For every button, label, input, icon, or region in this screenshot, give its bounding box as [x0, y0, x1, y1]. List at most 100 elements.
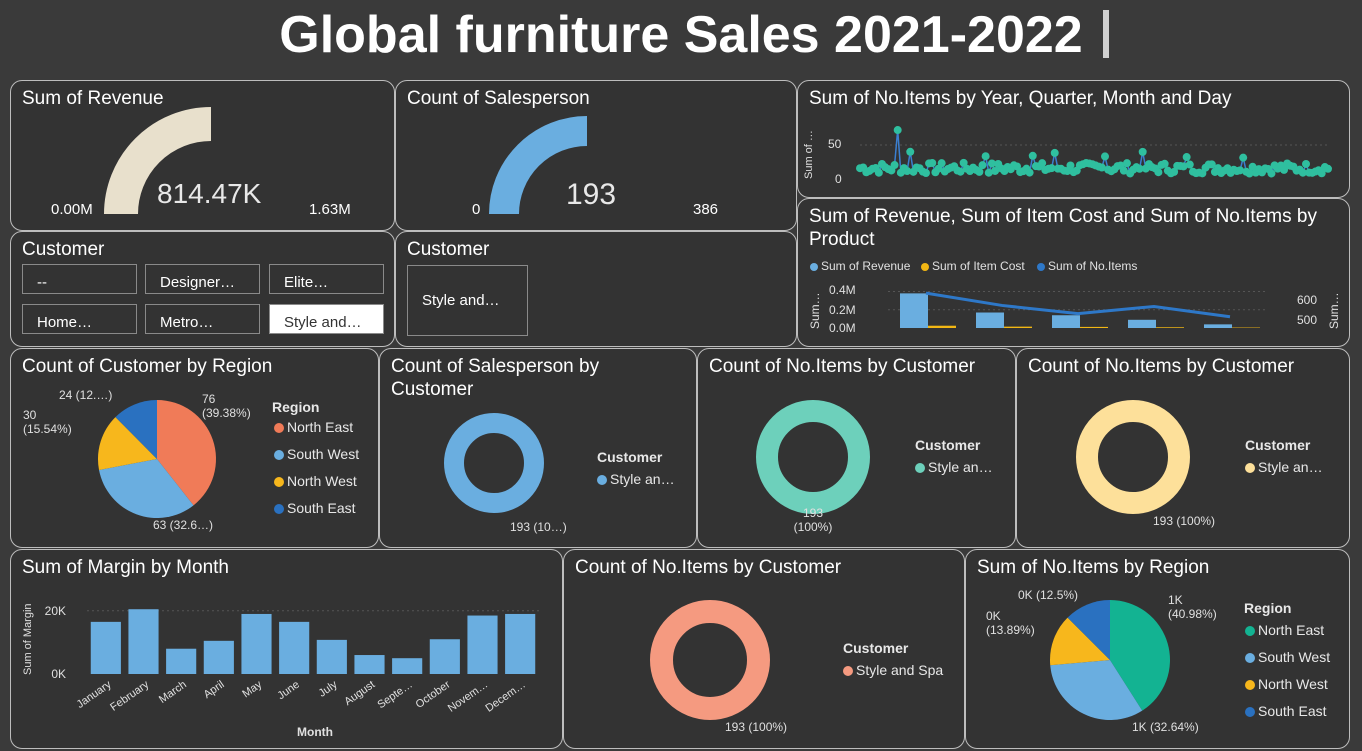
data-point: [1028, 151, 1037, 160]
data-point: [874, 168, 883, 177]
data-label: 193 (100%): [725, 720, 787, 734]
items-customer-donut-card-2[interactable]: Count of No.Items by Customer 193 (100%)…: [1016, 348, 1350, 548]
bar: [354, 655, 385, 674]
legend-item[interactable]: Style an…: [915, 459, 993, 475]
data-point: [1038, 159, 1047, 168]
option-label: Metro…: [160, 314, 214, 331]
donut-ring: [756, 400, 870, 514]
legend-item[interactable]: South East: [1245, 703, 1327, 719]
bar: [279, 621, 310, 674]
margin-month-card[interactable]: Sum of Margin by Month 20K 0K January Febru…: [10, 549, 563, 749]
x-tick: February: [108, 678, 151, 713]
slicer-option-elite[interactable]: Elite…: [269, 264, 384, 294]
items-customer-donut-card[interactable]: Count of No.Items by Customer 193 (100%) …: [697, 348, 1016, 548]
salesperson-gauge-card[interactable]: Count of Salesperson 193 0 386: [395, 80, 797, 231]
x-tick: April: [202, 679, 227, 701]
bar: [203, 640, 234, 674]
option-label: Style and…: [422, 292, 500, 309]
bar: [241, 613, 272, 674]
legend-item[interactable]: North West: [274, 473, 357, 489]
data-point: [1267, 169, 1276, 178]
cost-bar: [1004, 326, 1032, 328]
bar: [429, 639, 460, 674]
x-tick: May: [240, 678, 264, 700]
revenue-bar: [900, 293, 928, 328]
data-point: [1154, 168, 1163, 177]
gauge-min: 0.00M: [51, 201, 93, 218]
y-axis-label: Sum…: [808, 292, 822, 329]
y-tick: 50: [828, 137, 842, 151]
x-tick: July: [317, 678, 340, 699]
data-point: [1324, 164, 1332, 173]
data-label: (100%): [794, 520, 833, 534]
option-label: Designer…: [160, 274, 236, 291]
data-label: (13.89%): [986, 623, 1035, 637]
customer-slicer-2[interactable]: Customer Style and…: [395, 231, 797, 347]
legend-item[interactable]: South West: [1245, 649, 1330, 665]
y-axis-label: Sum of …: [803, 130, 815, 179]
legend-title: Customer: [915, 437, 981, 453]
legend-item[interactable]: South East: [274, 500, 356, 516]
legend-item[interactable]: Style an…: [1245, 459, 1323, 475]
gauge-value: 193: [566, 178, 617, 211]
data-point: [1100, 152, 1109, 161]
revenue-bar: [1128, 319, 1156, 328]
salesperson-customer-donut-card[interactable]: Count of Salesperson by Customer 193 (10…: [379, 348, 697, 548]
x-axis-label: Month: [297, 725, 333, 739]
gauge-max: 386: [693, 201, 719, 218]
items-region-pie-card[interactable]: Sum of No.Items by Region 1K (40.98%) 1K (…: [965, 549, 1350, 749]
y2-axis-label: Sum…: [1327, 292, 1341, 329]
slicer-title: Customer: [407, 239, 490, 260]
legend-title: Region: [1244, 600, 1292, 616]
y2-tick: 600: [1297, 293, 1318, 307]
data-label: 193 (100%): [1153, 514, 1215, 528]
slicer-title: Customer: [22, 239, 105, 260]
revenue-gauge-card[interactable]: Sum of Revenue 814.47K 0.00M 1.63M: [10, 80, 395, 231]
items-timeline-card[interactable]: Sum of No.Items by Year, Quarter, Month …: [797, 80, 1350, 198]
slicer-option-metro[interactable]: Metro…: [145, 304, 260, 334]
customer-region-pie-card[interactable]: Count of Customer by Region 76 (39.38%) 63…: [10, 348, 379, 548]
legend-item[interactable]: Style an…: [597, 471, 675, 487]
x-tick: June: [275, 679, 301, 703]
y-tick: 20K: [45, 604, 66, 618]
data-label: 0K: [986, 609, 1001, 623]
gauge-min: 0: [472, 201, 481, 218]
data-point: [906, 147, 915, 156]
legend-title: Region: [272, 399, 320, 415]
revenue-bar: [976, 312, 1004, 328]
product-combo-chart: [888, 291, 1268, 328]
y-tick: 0.0M: [829, 321, 856, 335]
data-point: [928, 159, 937, 168]
x-tick: Decem…: [483, 679, 527, 715]
donut-ring: [1076, 400, 1190, 514]
bar: [467, 615, 498, 674]
customer-slicer[interactable]: Customer -- Designer… Elite… Home… Metro…: [10, 231, 395, 347]
data-label: 24 (12.…): [59, 388, 112, 402]
x-tick: August: [342, 679, 377, 708]
legend-item[interactable]: North East: [274, 419, 353, 435]
data-point: [890, 161, 899, 170]
data-point: [921, 169, 930, 178]
product-combo-card[interactable]: Sum of Revenue, Sum of Item Cost and Sum…: [797, 198, 1350, 347]
legend-item[interactable]: South West: [274, 446, 359, 462]
data-point: [1122, 159, 1131, 168]
slicer-option-blank[interactable]: --: [22, 264, 137, 294]
slicer-option-home[interactable]: Home…: [22, 304, 137, 334]
slicer-option-style[interactable]: Style and…: [407, 265, 528, 336]
legend-item[interactable]: North East: [1245, 622, 1324, 638]
donut-ring: [444, 413, 544, 513]
x-tick: Novem…: [446, 679, 490, 715]
items-customer-donut-card-3[interactable]: Count of No.Items by Customer 193 (100%)…: [563, 549, 965, 749]
revenue-bar: [1052, 315, 1080, 328]
bar: [316, 639, 347, 674]
data-label: 193 (10…): [510, 520, 567, 534]
slicer-option-style[interactable]: Style and…: [269, 304, 384, 334]
y2-tick: 500: [1297, 313, 1318, 327]
slicer-option-designer[interactable]: Designer…: [145, 264, 260, 294]
legend-item[interactable]: North West: [1245, 676, 1328, 692]
legend-item[interactable]: Style and Spa: [843, 662, 943, 678]
data-label: 1K: [1168, 593, 1183, 607]
data-point: [1050, 148, 1059, 157]
legend-title: Customer: [1245, 437, 1311, 453]
x-tick: Septe…: [375, 679, 414, 712]
